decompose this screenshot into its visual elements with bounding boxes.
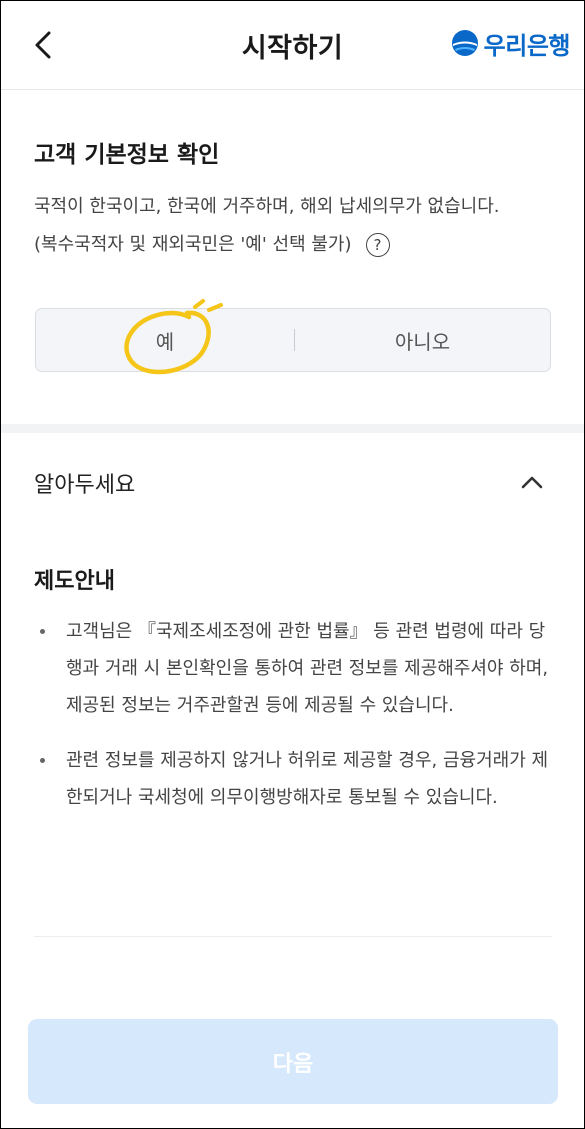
basic-info-title: 고객 기본정보 확인 xyxy=(34,142,220,168)
residency-statement: 국적이 한국이고, 한국에 거주하며, 해외 납세의무가 없습니다. xyxy=(34,196,500,217)
residency-note: (복수국적자 및 재외국민은 '예' 선택 불가) xyxy=(34,234,352,255)
top-app-bar: 시작하기 우리은행 xyxy=(1,1,584,90)
next-button[interactable]: 다음 xyxy=(28,1019,558,1104)
bullet-dot xyxy=(40,758,45,763)
yes-option[interactable]: 예 xyxy=(36,309,294,371)
question-circle-icon[interactable]: ? xyxy=(365,233,390,257)
system-guide-title: 제도안내 xyxy=(34,569,115,594)
notice-title: 알아두세요 xyxy=(34,473,136,498)
divider xyxy=(34,936,552,937)
bank-logo-text: 우리은행 xyxy=(483,31,571,60)
app-screen: 시작하기 우리은행 고객 기본정보 확인 국적이 한국이고, 한국에 거주하며,… xyxy=(0,0,585,1129)
list-item: 관련 정보를 제공하지 않거나 허위로 제공할 경우, 금융거래가 제한되거나 … xyxy=(34,742,554,816)
no-option[interactable]: 아니오 xyxy=(295,309,550,371)
notice-accordion-header[interactable]: 알아두세요 xyxy=(34,463,551,503)
bank-logo: 우리은행 xyxy=(450,25,571,61)
residency-note-row: (복수국적자 및 재외국민은 '예' 선택 불가)? xyxy=(34,226,554,264)
bullet-text: 고객님은 『국제조세조정에 관한 법률』 등 관련 법령에 따라 당행과 거래 … xyxy=(66,621,549,716)
notice-bullet-list: 고객님은 『국제조세조정에 관한 법률』 등 관련 법령에 따라 당행과 거래 … xyxy=(34,613,554,834)
bullet-dot xyxy=(40,629,45,634)
list-item: 고객님은 『국제조세조정에 관한 법률』 등 관련 법령에 따라 당행과 거래 … xyxy=(34,613,554,724)
bullet-text: 관련 정보를 제공하지 않거나 허위로 제공할 경우, 금융거래가 제한되거나 … xyxy=(66,750,549,808)
yes-no-toggle: 예 아니오 xyxy=(35,308,551,372)
woori-logo-icon xyxy=(451,30,478,56)
chevron-up-icon xyxy=(521,476,543,489)
basic-info-description: 국적이 한국이고, 한국에 거주하며, 해외 납세의무가 없습니다. (복수국적… xyxy=(34,188,554,264)
section-separator xyxy=(1,424,584,433)
